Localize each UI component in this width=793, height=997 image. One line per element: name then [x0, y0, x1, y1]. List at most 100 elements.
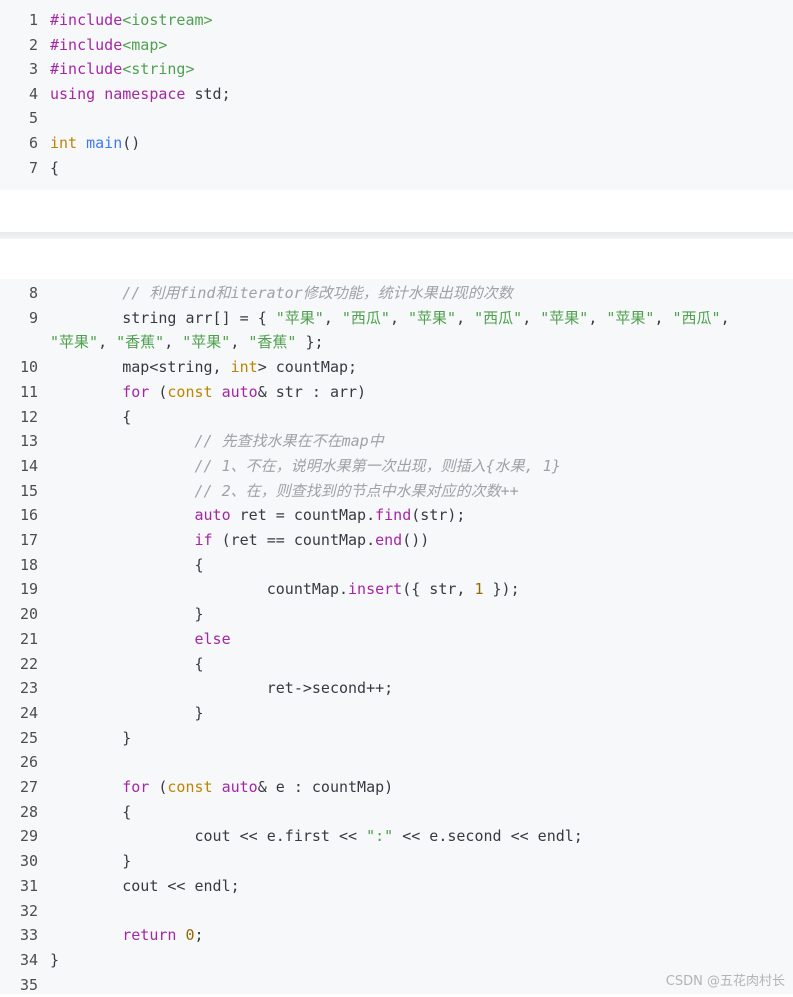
line-number: 22 — [19, 654, 38, 673]
line-number: 28 — [19, 802, 38, 821]
code-token: "苹果" — [540, 308, 589, 327]
code-line: 11 for (const auto& str : arr) — [0, 380, 366, 404]
line-number: 8 — [28, 284, 38, 302]
code-text: countMap.insert({ str, 1 }); — [50, 580, 520, 598]
code-text: } — [50, 729, 131, 747]
line-number: 27 — [19, 778, 38, 796]
code-line: 30 } — [0, 849, 131, 873]
code-token: , — [389, 308, 409, 327]
code-token: int — [230, 358, 258, 377]
code-token: cout << e.first << — [50, 827, 367, 846]
code-line: 14 // 1、不在，说明水果第一次出现，则插入{水果, 1} — [0, 454, 561, 478]
code-text: cout << endl; — [50, 876, 240, 895]
line-number: 20 — [19, 605, 38, 624]
code-token: <string> — [122, 60, 195, 79]
code-text: { — [50, 655, 203, 673]
code-token: { — [50, 407, 132, 426]
code-token: ret = countMap. — [230, 506, 376, 525]
code-token: cout << endl; — [50, 876, 240, 895]
code-token: "香蕉" — [116, 333, 165, 352]
code-text: using namespace std; — [50, 85, 231, 103]
code-token: "苹果" — [275, 308, 324, 327]
code-text: auto ret = countMap.find(str); — [50, 506, 466, 525]
code-text: } — [50, 605, 203, 623]
code-token: { — [50, 802, 132, 821]
code-line: 3 #include<string> — [0, 57, 195, 81]
code-token: (str); — [411, 506, 466, 525]
line-number: 21 — [19, 629, 38, 648]
line-number: 25 — [19, 728, 38, 747]
code-token: 0 — [185, 926, 195, 945]
code-token: main — [86, 134, 123, 152]
line-number: 34 — [19, 950, 38, 969]
code-token: for — [122, 382, 150, 401]
code-token: auto — [221, 778, 258, 796]
line-number: 10 — [19, 358, 38, 377]
code-token: , — [323, 308, 342, 327]
code-text: for (const auto& e : countMap) — [50, 778, 393, 796]
code-token: namespace — [104, 84, 186, 103]
code-line: 5 — [0, 106, 50, 130]
line-number: 31 — [19, 876, 38, 895]
line-number: 24 — [19, 703, 38, 722]
code-token: auto — [194, 506, 231, 525]
code-token: } — [50, 728, 132, 747]
line-number: 4 — [28, 84, 38, 103]
line-number: 26 — [19, 753, 38, 772]
code-line: 1 #include<iostream> — [0, 8, 213, 32]
line-number: 13 — [19, 432, 38, 451]
code-line: 26 — [0, 750, 50, 774]
line-number: 29 — [19, 827, 38, 846]
code-token: & e : countMap) — [257, 778, 394, 796]
code-line: "苹果", "香蕉", "苹果", "香蕉" }; — [0, 330, 324, 354]
line-number: 35 — [19, 975, 38, 994]
csdn-watermark: CSDN @五花肉村长 — [665, 974, 785, 989]
code-token: countMap. — [50, 580, 349, 599]
code-token: } — [50, 703, 204, 722]
code-token: map<string, — [50, 358, 231, 377]
code-token: "苹果" — [606, 308, 655, 327]
code-line: 20 } — [0, 602, 204, 626]
code-token: , — [654, 308, 673, 327]
code-token: // 1、不在，说明水果第一次出现，则插入{水果, 1} — [194, 456, 561, 475]
code-token: ; — [194, 926, 204, 945]
code-token: #include — [50, 60, 123, 79]
line-number: 5 — [28, 109, 38, 128]
code-line: 2 #include<map> — [0, 33, 167, 57]
line-number: 3 — [28, 60, 38, 79]
code-text: // 先查找水果在不在map中 — [50, 432, 384, 450]
line-number: 30 — [19, 852, 38, 871]
line-number: 16 — [19, 506, 38, 525]
code-token: ()) — [402, 531, 430, 549]
code-token: auto — [221, 382, 258, 401]
code-text: "苹果", "香蕉", "苹果", "香蕉" }; — [50, 333, 324, 351]
code-token: , — [456, 308, 475, 327]
code-line: 28 { — [0, 800, 131, 824]
code-token: string arr[] = { — [50, 308, 276, 327]
line-number: 23 — [19, 679, 38, 698]
code-token: // 利用find和iterator修改功能，统计水果出现的次数 — [122, 284, 513, 302]
code-text: // 利用find和iterator修改功能，统计水果出现的次数 — [50, 284, 513, 302]
code-token: ( — [149, 778, 168, 796]
code-token: ret->second++; — [50, 679, 394, 698]
line-number: 11 — [19, 382, 38, 401]
line-number: 33 — [19, 926, 38, 945]
code-line: 19 countMap.insert({ str, 1 }); — [0, 577, 520, 601]
line-number: 18 — [19, 555, 38, 574]
code-line: 17 if (ret == countMap.end()) — [0, 528, 429, 552]
code-token: for — [122, 778, 150, 796]
code-token: , — [588, 308, 607, 327]
code-line: 33 return 0; — [0, 923, 204, 947]
code-text: } — [50, 951, 59, 969]
code-token: // 先查找水果在不在map中 — [194, 432, 384, 451]
